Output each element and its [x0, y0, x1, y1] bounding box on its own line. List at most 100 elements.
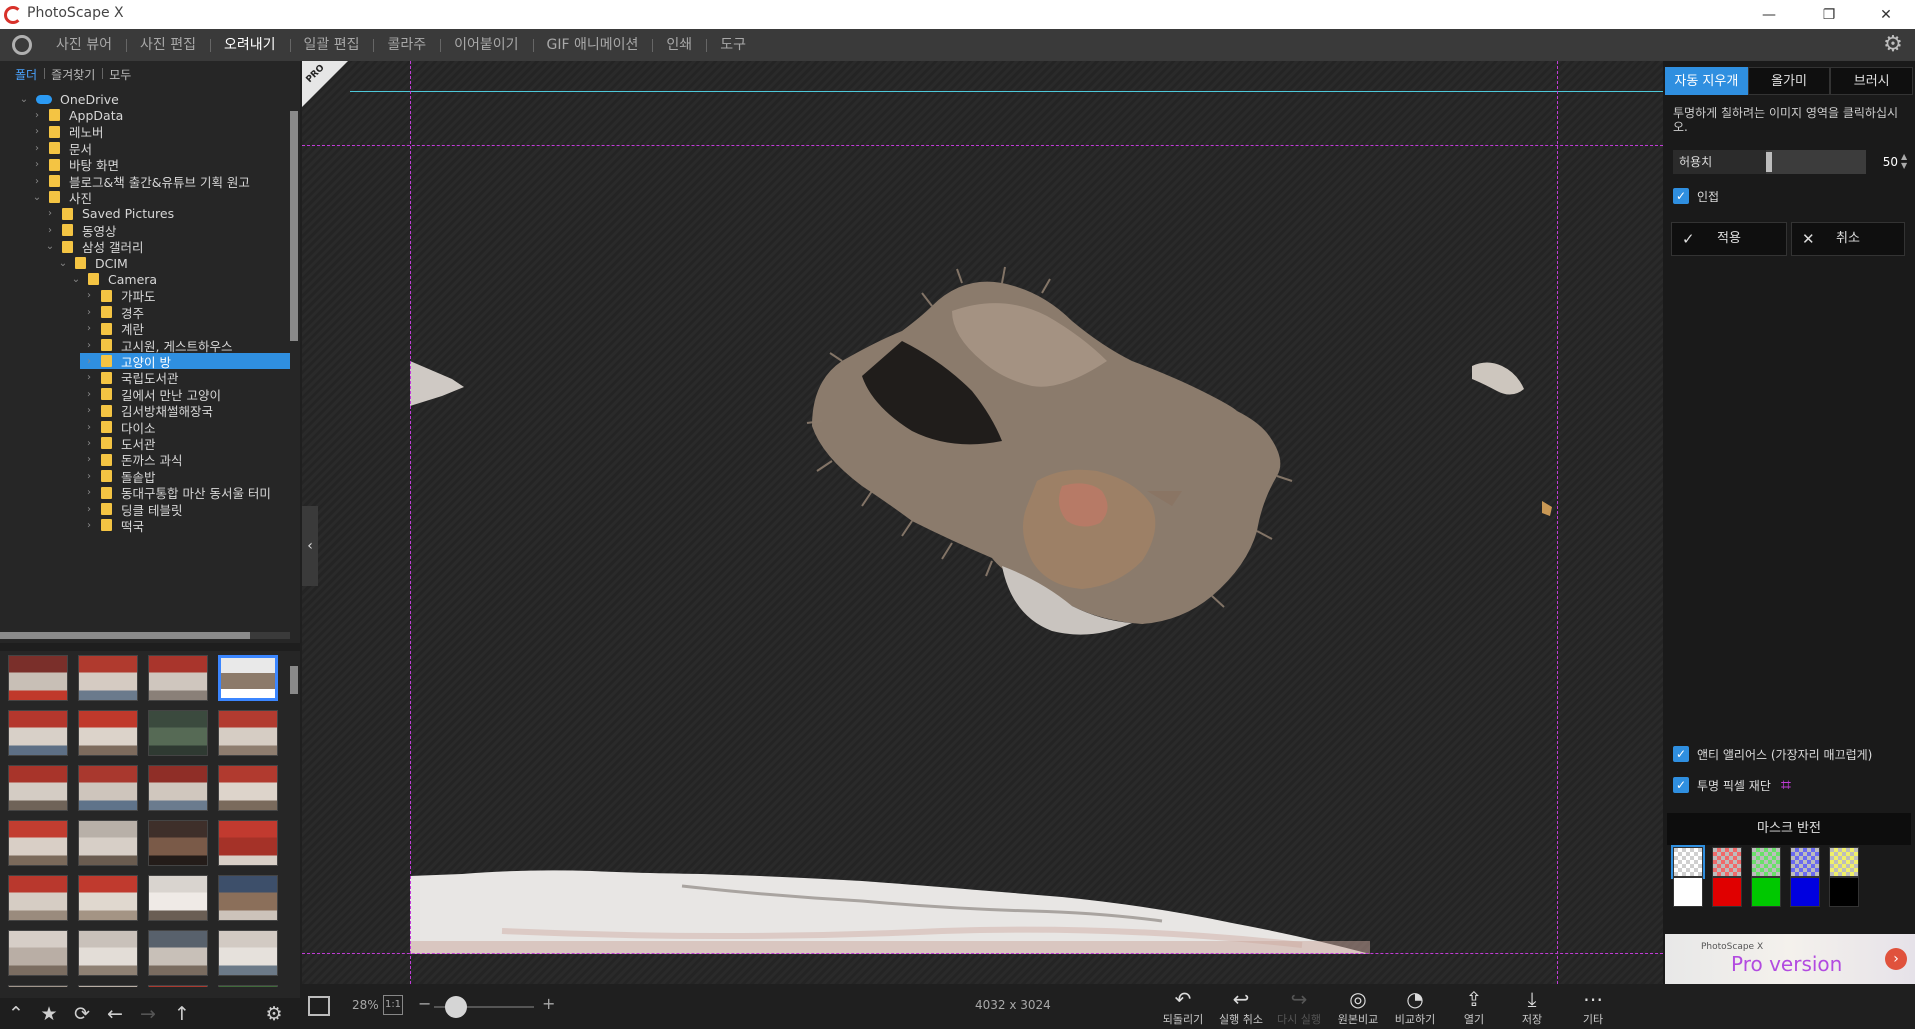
mask-color-swatch[interactable] [1671, 845, 1705, 879]
redo-button[interactable]: ↪ 다시 실행 [1273, 987, 1325, 1027]
thumbnail[interactable] [218, 820, 278, 866]
open-button[interactable]: ⇪ 열기 [1448, 987, 1500, 1027]
trim-checkbox[interactable]: ✓ [1673, 777, 1689, 793]
save-button[interactable]: ⤓ 저장 [1506, 987, 1558, 1027]
tree-item[interactable]: › 국립도서관 [83, 370, 179, 386]
star-icon[interactable]: ★ [37, 1003, 61, 1025]
antialias-checkbox[interactable]: ✓ [1673, 746, 1689, 762]
thumbnail[interactable] [8, 710, 68, 756]
chevron-down-icon[interactable]: ⌄ [70, 274, 82, 285]
thumbnail[interactable] [8, 930, 68, 976]
tree-item[interactable]: › 딩클 테블릿 [83, 501, 182, 518]
chevron-down-icon[interactable]: ⌄ [31, 192, 43, 203]
thumbnail[interactable] [218, 710, 278, 756]
tree-item[interactable]: › AppData [31, 107, 123, 123]
settings-gear-icon[interactable]: ⚙ [1881, 33, 1905, 57]
mode-tab-2[interactable]: 브러시 [1830, 67, 1914, 95]
refresh-icon[interactable]: ⟳ [70, 1003, 94, 1025]
tolerance-spinner-icon[interactable]: ▲ ▼ [1901, 152, 1907, 170]
tree-item[interactable]: › 계란 [83, 321, 144, 337]
tree-item[interactable]: › 떡국 [83, 517, 144, 534]
chevron-right-icon[interactable]: › [83, 471, 95, 482]
chevron-right-icon[interactable]: › [44, 225, 56, 236]
thumbnail[interactable] [78, 875, 138, 921]
chevron-right-icon[interactable]: › [83, 520, 95, 531]
menu-tab-5[interactable]: 이어붙이기 [440, 29, 532, 61]
apply-button[interactable]: ✓ 적용 [1671, 222, 1787, 256]
thumbnail[interactable] [8, 765, 68, 811]
arrow-left-icon[interactable]: ← [103, 1003, 127, 1025]
chevron-right-icon[interactable]: › [83, 422, 95, 433]
thumbnail[interactable] [78, 930, 138, 976]
menu-tab-6[interactable]: GIF 애니메이션 [532, 29, 653, 61]
mask-color-swatch[interactable] [1673, 877, 1703, 907]
cancel-button[interactable]: ✕ 취소 [1791, 222, 1905, 256]
tree-item[interactable]: › 도서관 [83, 435, 156, 452]
mask-color-swatch[interactable] [1751, 847, 1781, 877]
folder-tab-1[interactable]: 즐겨찾기 [44, 66, 102, 83]
chevron-down-icon[interactable]: ⌄ [18, 94, 30, 105]
chevron-down-icon[interactable]: ⌄ [44, 241, 56, 252]
tree-item[interactable]: › 레노버 [31, 124, 104, 140]
adjacent-checkbox-row[interactable]: ✓ 인접 [1673, 187, 1719, 205]
thumbnail[interactable] [78, 985, 138, 987]
zoom-in-button[interactable]: + [542, 994, 555, 1013]
chevron-right-icon[interactable]: › [83, 487, 95, 498]
thumbnail[interactable] [8, 875, 68, 921]
thumbnail-scrollbar[interactable] [290, 666, 298, 694]
thumbnail[interactable] [148, 985, 208, 987]
compare-button[interactable]: ◔ 비교하기 [1389, 987, 1441, 1027]
mask-color-swatch[interactable] [1829, 877, 1859, 907]
thumbnail[interactable] [218, 930, 278, 976]
zoom-slider-thumb[interactable] [445, 996, 467, 1018]
chevron-right-icon[interactable]: › [44, 208, 56, 219]
thumbnail[interactable] [78, 655, 138, 701]
thumbnail[interactable] [78, 710, 138, 756]
tree-item[interactable]: ⌄ Camera [70, 271, 157, 287]
antialias-checkbox-row[interactable]: ✓ 앤티 앨리어스 (가장자리 매끄럽게) [1673, 745, 1872, 763]
mask-invert-button[interactable]: 마스크 반전 [1667, 813, 1911, 845]
panel-splitter[interactable] [0, 643, 300, 651]
mode-tab-1[interactable]: 올가미 [1747, 67, 1831, 95]
thumbnail[interactable] [148, 930, 208, 976]
pro-version-banner[interactable]: PhotoScape X Pro version › [1665, 934, 1915, 984]
chevron-up-icon[interactable]: ⌃ [4, 1003, 28, 1025]
tolerance-value[interactable]: 50 [1873, 150, 1898, 174]
tree-item[interactable]: › 블로그&책 출간&유튜브 기획 원고 [31, 173, 250, 190]
cutout-image[interactable] [302, 61, 1663, 984]
revert-button[interactable]: ↶ 되돌리기 [1157, 987, 1209, 1027]
tree-item[interactable]: ⌄ DCIM [57, 255, 128, 271]
chevron-right-icon[interactable]: › [83, 454, 95, 465]
mask-color-swatch[interactable] [1712, 847, 1742, 877]
arrow-right-icon[interactable]: → [136, 1003, 160, 1025]
mode-tab-0[interactable]: 자동 지우개 [1665, 67, 1748, 95]
thumbnail[interactable] [148, 875, 208, 921]
tree-item[interactable]: › 동대구통합 마산 동서울 터미 [83, 485, 271, 501]
tree-item[interactable]: ⌄ OneDrive [18, 91, 119, 107]
image-canvas[interactable]: PRO ‹ [302, 61, 1663, 984]
chevron-right-icon[interactable]: › [83, 372, 95, 383]
folder-tab-0[interactable]: 폴더 [8, 66, 44, 83]
trim-checkbox-row[interactable]: ✓ 투명 픽셀 재단 ⌗ [1673, 775, 1791, 796]
chevron-down-icon[interactable]: ⌄ [57, 258, 69, 269]
thumbnail[interactable] [8, 985, 68, 987]
mask-color-swatch[interactable] [1712, 877, 1742, 907]
thumbnail[interactable] [148, 820, 208, 866]
tree-item[interactable]: › 김서방채썰해장국 [83, 403, 213, 419]
chevron-right-icon[interactable]: › [83, 405, 95, 416]
chevron-right-icon[interactable]: › [83, 504, 95, 515]
menu-tab-0[interactable]: 사진 뷰어 [42, 29, 126, 61]
chevron-right-icon[interactable]: › [83, 438, 95, 449]
tree-horizontal-scrollbar[interactable] [0, 632, 250, 639]
thumbnail[interactable] [218, 655, 278, 701]
thumbnail[interactable] [8, 655, 68, 701]
undo-button[interactable]: ↩ 실행 취소 [1215, 987, 1267, 1027]
tree-item[interactable]: › 길에서 만난 고양이 [83, 386, 221, 403]
minimize-button[interactable]: — [1740, 0, 1798, 29]
menu-tab-7[interactable]: 인쇄 [652, 29, 706, 61]
mask-color-swatch[interactable] [1829, 847, 1859, 877]
home-icon[interactable] [12, 35, 32, 55]
chevron-right-icon[interactable]: › [83, 356, 95, 367]
tree-item[interactable]: › 다이소 [83, 419, 156, 436]
chevron-right-icon[interactable]: › [83, 290, 95, 301]
